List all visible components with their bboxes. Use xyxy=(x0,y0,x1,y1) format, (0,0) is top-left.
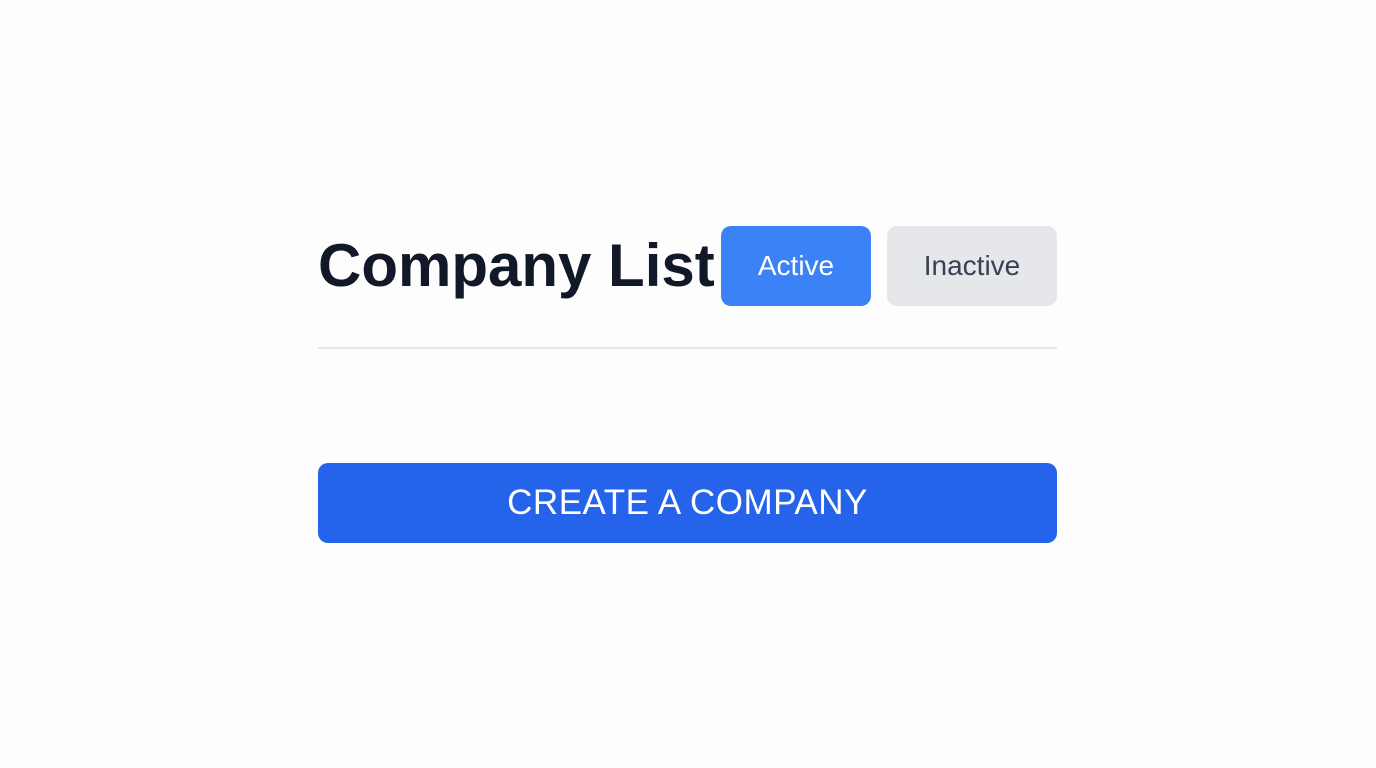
page-title: Company List xyxy=(318,232,715,299)
header-row: Company List Active Inactive xyxy=(318,226,1057,306)
company-list-panel: Company List Active Inactive xyxy=(318,226,1057,349)
active-filter-button[interactable]: Active xyxy=(721,226,871,306)
page: Company List Active Inactive CREATE A CO… xyxy=(0,0,1376,768)
divider xyxy=(318,347,1057,349)
inactive-filter-button[interactable]: Inactive xyxy=(887,226,1057,306)
status-filter-group: Active Inactive xyxy=(721,226,1057,306)
create-company-button[interactable]: CREATE A COMPANY xyxy=(318,463,1057,543)
